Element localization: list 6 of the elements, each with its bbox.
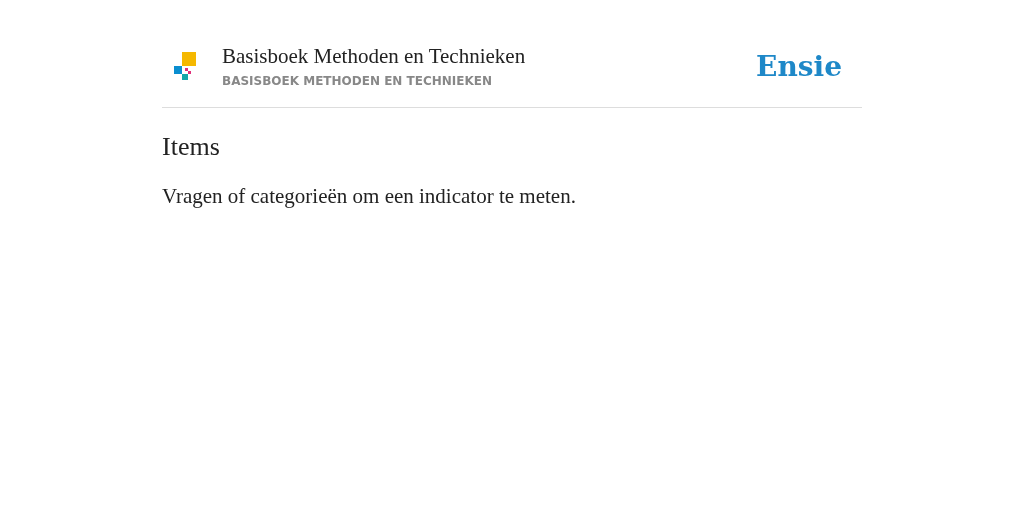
entry-definition: Vragen of categorieën om een indicator te meten. (162, 184, 577, 209)
logo-icon (174, 52, 196, 80)
book-title: Basisboek Methoden en Technieken (222, 44, 527, 69)
brand-logo[interactable]: Ensie (756, 49, 842, 83)
entry-heading: Items (162, 132, 221, 162)
book-subtitle: BASISBOEK METHODEN EN TECHNIEKEN (222, 74, 494, 88)
